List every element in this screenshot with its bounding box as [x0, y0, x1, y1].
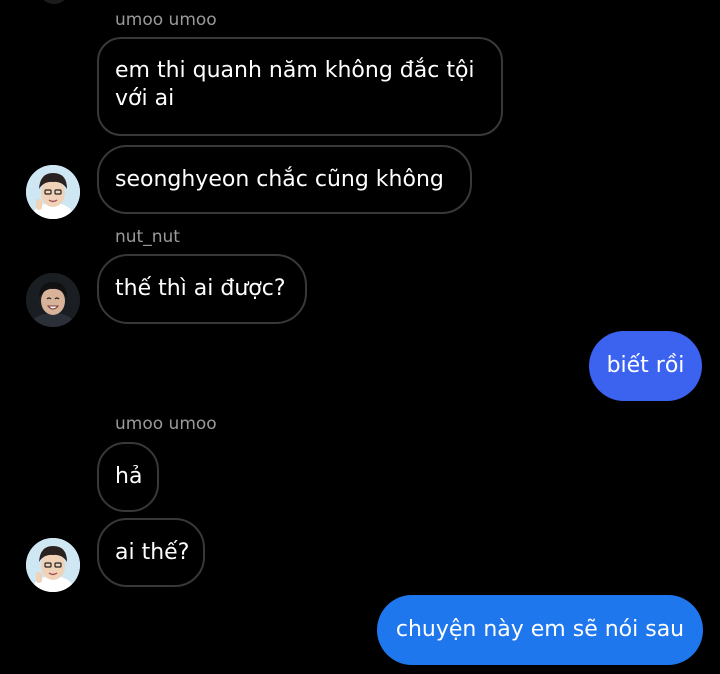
sender-name-nut: nut_nut [115, 227, 180, 247]
partial-avatar [40, 0, 68, 4]
profile-photo-icon[interactable] [26, 273, 80, 327]
message-bubble-incoming[interactable]: hả [97, 442, 159, 512]
message-text: ai thế? [115, 539, 190, 565]
message-text: chuyện này em sẽ nói sau [395, 617, 685, 642]
profile-photo-icon[interactable] [26, 165, 80, 219]
message-bubble-incoming[interactable]: seonghyeon chắc cũng không [97, 145, 472, 214]
sender-name-umoo: umoo umoo [115, 10, 217, 30]
profile-photo-icon[interactable] [26, 538, 80, 592]
sender-name-umoo: umoo umoo [115, 414, 217, 434]
message-text: thế thì ai được? [115, 276, 286, 301]
message-text: hả [115, 464, 143, 489]
message-bubble-outgoing[interactable]: chuyện này em sẽ nói sau [377, 595, 703, 665]
message-text: seonghyeon chắc cũng không [115, 166, 444, 192]
message-bubble-incoming[interactable]: thế thì ai được? [97, 254, 307, 324]
message-bubble-outgoing[interactable]: biết rồi [589, 331, 702, 401]
message-bubble-incoming[interactable]: ai thế? [97, 518, 205, 587]
message-text: em thi quanh năm không đắc tội với ai [115, 58, 475, 111]
message-bubble-incoming[interactable]: em thi quanh năm không đắc tội với ai [97, 37, 503, 136]
message-text: biết rồi [606, 353, 685, 378]
message-thread[interactable]: umoo umoo em thi quanh năm không đắc tội… [0, 0, 720, 674]
